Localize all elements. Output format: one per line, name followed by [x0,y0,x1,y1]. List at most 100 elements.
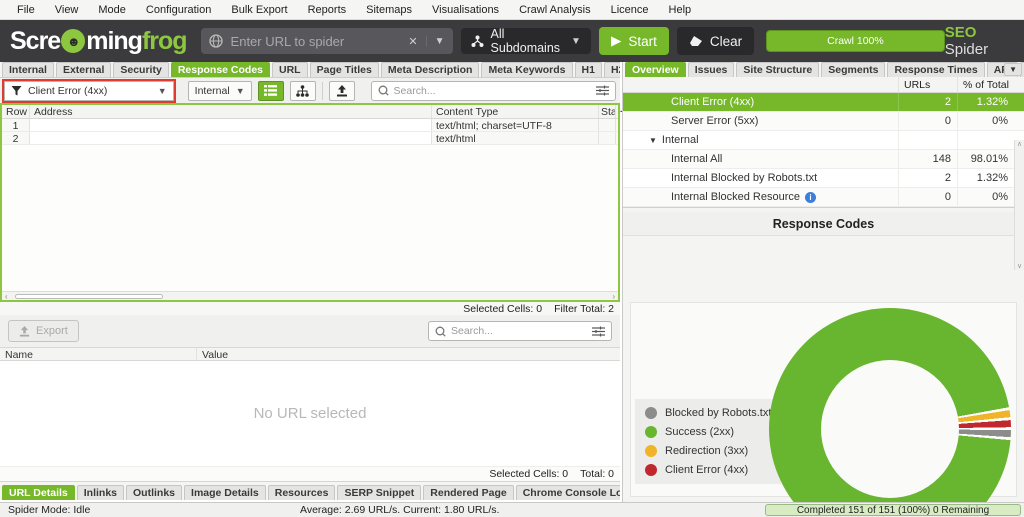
tab-h2[interactable]: H2 [604,62,620,77]
col-header-name[interactable]: Name [0,348,197,360]
menu-configuration[interactable]: Configuration [137,2,220,18]
scroll-left-icon[interactable]: ‹ [2,292,11,301]
menu-licence[interactable]: Licence [602,2,658,18]
col-header-value[interactable]: Value [197,348,620,360]
tab-chrome-console-log[interactable]: Chrome Console Log [516,485,620,500]
tab-outlinks[interactable]: Outlinks [126,485,182,500]
scope-dropdown[interactable]: Internal & Ext... ▼ [188,81,252,101]
main-search-input[interactable] [394,85,592,97]
export-button-bottom[interactable]: Export [8,320,79,342]
menu-sitemaps[interactable]: Sitemaps [357,2,421,18]
export-button-top[interactable] [329,81,355,101]
details-table-header: Name Value [0,347,620,361]
tab-page-titles[interactable]: Page Titles [310,62,379,77]
tab-security[interactable]: Security [113,62,168,77]
menu-bulk-export[interactable]: Bulk Export [222,2,296,18]
tab-meta-description[interactable]: Meta Description [381,62,480,77]
tab-inlinks[interactable]: Inlinks [77,485,124,500]
url-history-chevron-icon[interactable]: ▼ [426,36,445,47]
donut-hole [821,360,959,498]
overview-row-server-error[interactable]: Server Error (5xx) 0 0% [623,112,1024,131]
overview-row-label: Internal Blocked Resourcei [623,191,898,203]
tab-response-codes[interactable]: Response Codes [171,62,270,77]
col-header-urls[interactable]: URLs [898,77,957,92]
horizontal-scrollbar[interactable]: ‹ › [2,291,618,300]
tab-url-details[interactable]: URL Details [2,485,75,500]
tab-issues[interactable]: Issues [688,62,735,77]
subdomains-dropdown[interactable]: All Subdomains ▼ [461,28,591,54]
legend-label: Redirection (3xx) [665,445,748,457]
info-icon[interactable]: i [805,192,816,203]
crawl-progress-bar: Crawl 100% [766,30,945,52]
more-tabs-chevron-icon[interactable]: ▼ [1004,63,1022,76]
list-view-button[interactable] [258,81,284,101]
vertical-scrollbar[interactable]: ∧ ∨ [1014,140,1024,270]
col-header-row[interactable]: Row [2,105,30,118]
search-options-icon[interactable] [596,85,609,96]
url-input[interactable] [231,34,401,49]
clear-url-icon[interactable]: ✕ [408,35,417,48]
results-table: Row Address Content Type Sta + 1 text/ht… [0,103,620,302]
tab-overview[interactable]: Overview [625,62,686,77]
col-header-address[interactable]: Address [30,105,432,118]
filter-dropdown[interactable]: Client Error (4xx) ▼ [4,81,174,101]
tab-segments[interactable]: Segments [821,62,885,77]
table-row[interactable]: 1 text/html; charset=UTF-8 [2,119,618,132]
overview-row-internal-blocked-resource[interactable]: Internal Blocked Resourcei 0 0% [623,188,1024,207]
col-header-status[interactable]: Sta [599,105,616,118]
menu-view[interactable]: View [46,2,88,18]
tree-view-button[interactable] [290,81,316,101]
url-input-box: ✕ ▼ [201,28,453,54]
tab-internal[interactable]: Internal [2,62,54,77]
tab-url[interactable]: URL [272,62,308,77]
tab-meta-keywords[interactable]: Meta Keywords [481,62,572,77]
scroll-down-icon[interactable]: ∨ [1017,262,1022,270]
filter-chevron-icon: ▼ [158,86,167,96]
funnel-icon [11,85,22,96]
legend-item: Redirection (3xx) [645,445,771,457]
menu-reports[interactable]: Reports [299,2,356,18]
row-status [599,119,616,131]
eraser-icon [689,35,703,47]
frog-icon: ☻ [61,29,85,53]
overview-row-internal-blocked-robots[interactable]: Internal Blocked by Robots.txt 2 1.32% [623,169,1024,188]
tab-site-structure[interactable]: Site Structure [736,62,819,77]
tab-image-details[interactable]: Image Details [184,485,266,500]
details-search-input[interactable] [451,325,587,337]
scrollbar-thumb[interactable] [15,294,163,299]
overview-group-internal[interactable]: ▼Internal [623,131,1024,150]
clear-button[interactable]: Clear [677,27,754,55]
table-row[interactable]: 2 text/html [2,132,618,145]
start-button[interactable]: ▶ Start [599,27,669,55]
legend-label: Success (2xx) [665,426,734,438]
tab-h1[interactable]: H1 [575,62,602,77]
search-options-icon[interactable] [592,326,605,337]
legend-dot-success [645,426,657,438]
overview-row-pct: 98.01% [957,150,1014,168]
tab-response-times[interactable]: Response Times [887,62,984,77]
menu-visualisations[interactable]: Visualisations [423,2,508,18]
menu-help[interactable]: Help [660,2,701,18]
menu-crawl-analysis[interactable]: Crawl Analysis [510,2,600,18]
tab-rendered-page[interactable]: Rendered Page [423,485,513,500]
scope-value: Internal & Ext... [195,85,232,97]
tab-external[interactable]: External [56,62,111,77]
overview-row-urls: 0 [898,188,957,206]
scroll-right-icon[interactable]: › [609,292,618,301]
col-header-pct[interactable]: % of Total [957,77,1014,92]
filter-value: Client Error (4xx) [28,85,107,97]
tab-serp-snippet[interactable]: SERP Snippet [337,485,421,500]
menu-file[interactable]: File [8,2,44,18]
empty-state-message: No URL selected [254,405,367,422]
completion-progress-bar: Completed 151 of 151 (100%) 0 Remaining [765,504,1021,516]
overview-row-internal-all[interactable]: Internal All 148 98.01% [623,150,1024,169]
overview-table-header: URLs % of Total [623,77,1024,93]
scroll-up-icon[interactable]: ∧ [1017,140,1022,148]
brand-seo: SEO [945,24,977,41]
col-header-content-type[interactable]: Content Type [432,105,599,118]
menu-mode[interactable]: Mode [89,2,135,18]
overview-row-client-error[interactable]: Client Error (4xx) 2 1.32% [623,93,1024,112]
collapse-caret-icon[interactable]: ▼ [649,136,657,145]
overview-row-urls [898,131,957,149]
tab-resources[interactable]: Resources [268,485,336,500]
